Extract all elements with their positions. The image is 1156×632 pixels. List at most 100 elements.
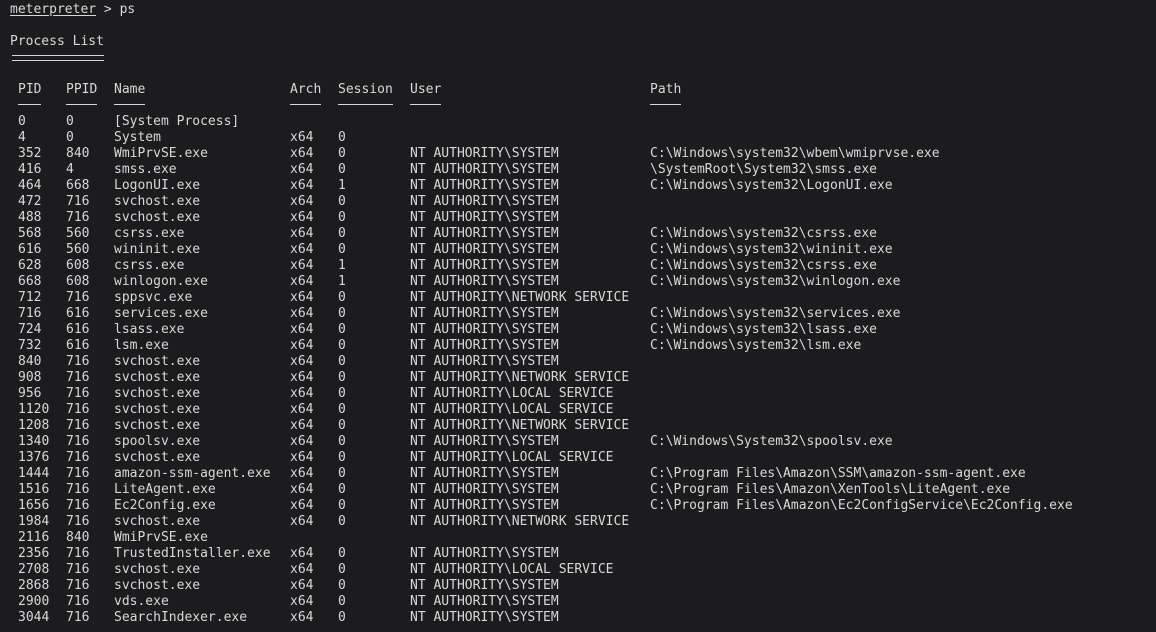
cell-user: NT AUTHORITY\LOCAL SERVICE	[410, 450, 614, 465]
cell-arch: x64	[290, 370, 314, 385]
cell-user: NT AUTHORITY\SYSTEM	[410, 578, 559, 593]
cell-pid: 668	[18, 274, 42, 289]
cell-name: winlogon.exe	[114, 274, 208, 289]
cell-ppid: 716	[66, 210, 90, 225]
cell-user: NT AUTHORITY\NETWORK SERVICE	[410, 514, 630, 529]
cell-session: 1	[338, 178, 346, 193]
cell-path: \SystemRoot\System32\smss.exe	[650, 162, 877, 177]
cell-name: smss.exe	[114, 162, 177, 177]
terminal-window[interactable]: meterpreter > ps Process List PID PPID N…	[0, 0, 1156, 632]
cell-name: svchost.exe	[114, 194, 201, 209]
header-underline	[18, 104, 41, 105]
header-underline	[650, 104, 681, 105]
cell-name: csrss.exe	[114, 258, 185, 273]
cell-pid: 1656	[18, 498, 50, 513]
cell-arch: x64	[290, 210, 314, 225]
cell-ppid: 716	[66, 402, 90, 417]
cell-user: NT AUTHORITY\SYSTEM	[410, 594, 559, 609]
cell-pid: 416	[18, 162, 42, 177]
cell-ppid: 608	[66, 274, 90, 289]
cell-pid: 352	[18, 146, 42, 161]
cell-ppid: 716	[66, 546, 90, 561]
cell-pid: 712	[18, 290, 42, 305]
cell-arch: x64	[290, 130, 314, 145]
cell-arch: x64	[290, 610, 314, 625]
cell-path: C:\Windows\system32\services.exe	[650, 306, 901, 321]
cell-name: LiteAgent.exe	[114, 482, 216, 497]
cell-user: NT AUTHORITY\NETWORK SERVICE	[410, 370, 630, 385]
cell-pid: 2708	[18, 562, 50, 577]
cell-pid: 628	[18, 258, 42, 273]
cell-pid: 2116	[18, 530, 50, 545]
cell-ppid: 716	[66, 482, 90, 497]
header-underline	[410, 104, 441, 105]
cell-arch: x64	[290, 466, 314, 481]
cell-pid: 1516	[18, 482, 50, 497]
cell-session: 0	[338, 226, 346, 241]
cell-ppid: 616	[66, 338, 90, 353]
cell-path: C:\Windows\system32\winlogon.exe	[650, 274, 901, 289]
cell-user: NT AUTHORITY\LOCAL SERVICE	[410, 562, 614, 577]
cell-ppid: 716	[66, 562, 90, 577]
header-ppid: PPID	[66, 82, 98, 97]
cell-path: C:\Program Files\Amazon\Ec2ConfigService…	[650, 498, 1073, 513]
cell-user: NT AUTHORITY\SYSTEM	[410, 354, 559, 369]
cell-session: 0	[338, 162, 346, 177]
cell-pid: 1376	[18, 450, 50, 465]
cell-user: NT AUTHORITY\SYSTEM	[410, 466, 559, 481]
cell-user: NT AUTHORITY\SYSTEM	[410, 338, 559, 353]
cell-arch: x64	[290, 594, 314, 609]
cell-user: NT AUTHORITY\SYSTEM	[410, 178, 559, 193]
cell-session: 0	[338, 434, 346, 449]
cell-pid: 4	[18, 130, 26, 145]
cell-path: C:\Program Files\Amazon\XenTools\LiteAge…	[650, 482, 1011, 497]
command-text: ps	[119, 2, 136, 17]
cell-session: 0	[338, 146, 346, 161]
cell-ppid: 716	[66, 514, 90, 529]
cell-path: C:\Windows\system32\csrss.exe	[650, 226, 877, 241]
cell-path: C:\Windows\system32\wbem\wmiprvse.exe	[650, 146, 940, 161]
prompt-separator: >	[96, 2, 120, 17]
cell-name: svchost.exe	[114, 386, 201, 401]
cell-user: NT AUTHORITY\SYSTEM	[410, 610, 559, 625]
cell-pid: 956	[18, 386, 42, 401]
cell-user: NT AUTHORITY\SYSTEM	[410, 274, 559, 289]
cell-name: vds.exe	[114, 594, 169, 609]
cell-arch: x64	[290, 498, 314, 513]
cell-user: NT AUTHORITY\SYSTEM	[410, 162, 559, 177]
cell-session: 0	[338, 354, 346, 369]
cell-user: NT AUTHORITY\NETWORK SERVICE	[410, 418, 630, 433]
cell-arch: x64	[290, 338, 314, 353]
cell-name: svchost.exe	[114, 450, 201, 465]
cell-ppid: 560	[66, 242, 90, 257]
cell-user: NT AUTHORITY\SYSTEM	[410, 434, 559, 449]
cell-path: C:\Program Files\Amazon\SSM\amazon-ssm-a…	[650, 466, 1026, 481]
cell-name: svchost.exe	[114, 514, 201, 529]
cell-session: 0	[338, 370, 346, 385]
cell-arch: x64	[290, 386, 314, 401]
cell-name: svchost.exe	[114, 578, 201, 593]
header-pid: PID	[18, 82, 42, 97]
cell-name: svchost.exe	[114, 418, 201, 433]
cell-ppid: 4	[66, 162, 74, 177]
cell-name: svchost.exe	[114, 354, 201, 369]
cell-pid: 1444	[18, 466, 50, 481]
cell-pid: 724	[18, 322, 42, 337]
header-name: Name	[114, 82, 146, 97]
cell-path: C:\Windows\system32\csrss.exe	[650, 258, 877, 273]
cell-pid: 2868	[18, 578, 50, 593]
cell-ppid: 716	[66, 194, 90, 209]
cell-user: NT AUTHORITY\SYSTEM	[410, 498, 559, 513]
cell-pid: 2900	[18, 594, 50, 609]
cell-path: C:\Windows\system32\lsass.exe	[650, 322, 877, 337]
header-user: User	[410, 82, 442, 97]
cell-user: NT AUTHORITY\SYSTEM	[410, 482, 559, 497]
cell-name: SearchIndexer.exe	[114, 610, 248, 625]
cell-arch: x64	[290, 418, 314, 433]
cell-arch: x64	[290, 258, 314, 273]
cell-arch: x64	[290, 322, 314, 337]
cell-ppid: 716	[66, 418, 90, 433]
cell-arch: x64	[290, 242, 314, 257]
header-underline	[66, 104, 97, 105]
cell-name: csrss.exe	[114, 226, 185, 241]
